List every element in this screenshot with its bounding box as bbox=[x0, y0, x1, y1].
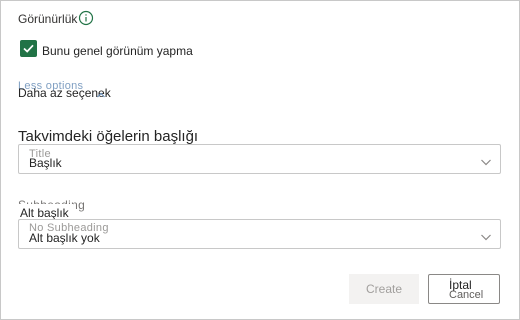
chevron-up-icon bbox=[96, 86, 106, 104]
subheading-select-value: Alt başlık yok bbox=[29, 231, 100, 245]
info-icon[interactable] bbox=[78, 10, 94, 26]
private-view-checkbox[interactable] bbox=[20, 40, 37, 57]
subheading-select[interactable]: No Subheading Alt başlık yok bbox=[18, 219, 501, 249]
checkmark-icon bbox=[23, 44, 34, 53]
chevron-down-icon bbox=[480, 229, 492, 247]
cancel-button[interactable]: İptal Cancel bbox=[428, 274, 500, 304]
create-button[interactable]: Create bbox=[349, 274, 419, 304]
chevron-down-icon bbox=[480, 154, 492, 172]
private-view-label: Bunu genel görünüm yapma bbox=[42, 44, 193, 58]
cancel-ghost-label: Cancel bbox=[449, 289, 484, 301]
title-select-value: Başlık bbox=[29, 156, 62, 170]
visibility-label: Görünürlük bbox=[18, 12, 78, 26]
title-select[interactable]: Title Başlık bbox=[18, 144, 501, 174]
title-field-label: Takvimdeki öğelerin başlığı bbox=[18, 128, 199, 145]
